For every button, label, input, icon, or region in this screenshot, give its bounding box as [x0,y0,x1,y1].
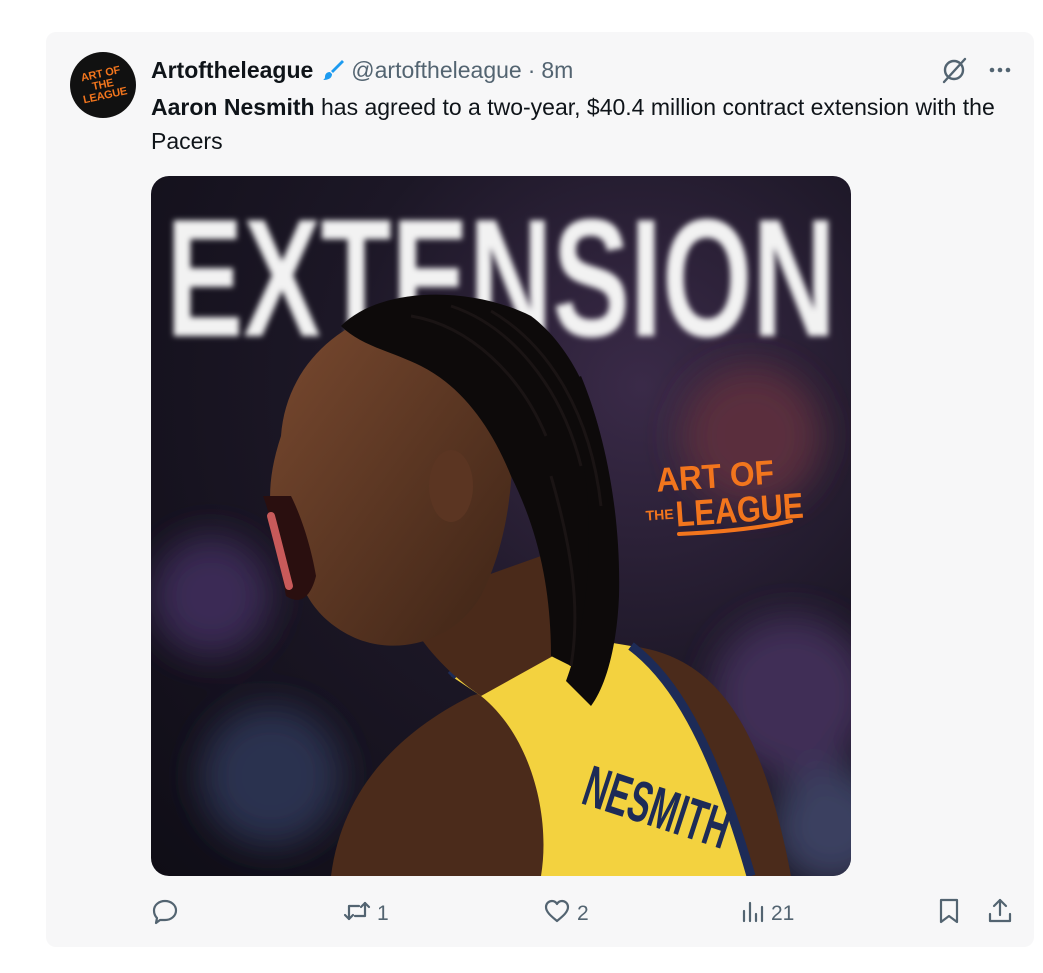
tweet-image[interactable]: EXTENSION NESMITH ART OF THE LEAGUE [151,176,851,876]
like-button[interactable]: 2 [543,894,589,934]
tweet-header: Artoftheleague @artoftheleague · 8m [151,52,1014,88]
share-button[interactable] [986,894,1014,934]
views-icon [741,897,765,931]
tweet-text: Aaron Nesmith has agreed to a two-year, … [151,90,1021,158]
tweet-card[interactable]: ART OF THE LEAGUE Artoftheleague @artoft… [46,32,1034,947]
like-count: 2 [577,902,589,925]
paintbrush-icon [321,58,345,82]
logo-the: THE [645,506,674,524]
share-icon [986,897,1014,931]
retweet-icon [343,897,371,931]
handle[interactable]: @artoftheleague [351,57,521,84]
retweet-count: 1 [377,902,389,925]
tweet-actions: 1 2 21 [151,894,1016,934]
display-name[interactable]: Artoftheleague [151,57,313,84]
separator-dot: · [527,56,536,83]
bookmark-icon [936,897,962,931]
reply-icon [151,897,179,931]
grok-icon[interactable] [940,56,968,84]
more-icon[interactable] [986,56,1014,84]
avatar[interactable]: ART OF THE LEAGUE [70,52,136,118]
bookmark-button[interactable] [936,894,962,934]
views-button[interactable]: 21 [741,894,794,934]
tweet-text-bold[interactable]: Aaron Nesmith [151,94,315,120]
reply-button[interactable] [151,894,179,934]
heart-icon [543,897,571,931]
logo-line2: LEAGUE [674,485,805,535]
timestamp[interactable]: 8m [541,57,573,84]
retweet-button[interactable]: 1 [343,894,389,934]
views-count: 21 [771,902,795,925]
